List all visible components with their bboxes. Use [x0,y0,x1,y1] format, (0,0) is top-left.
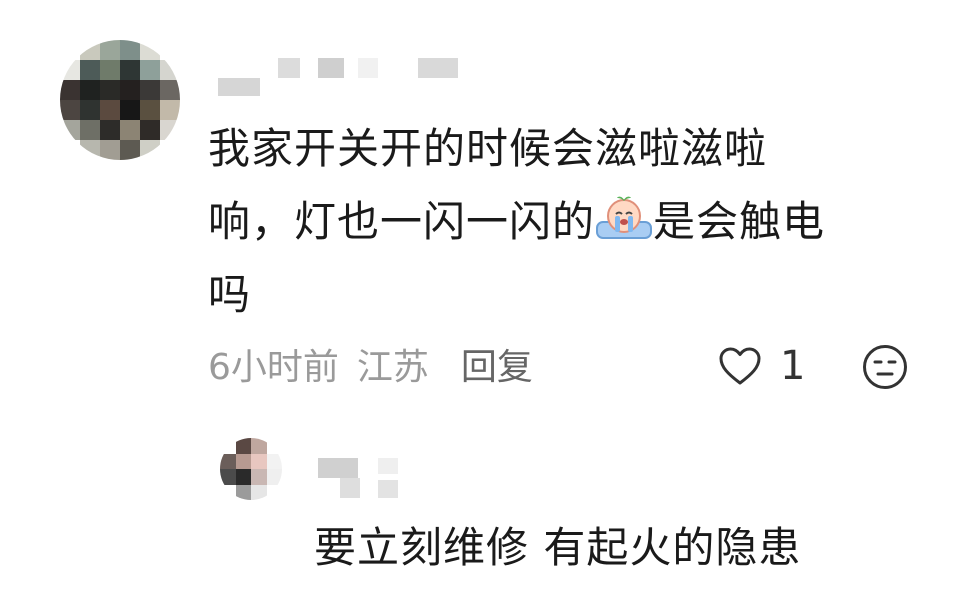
like-count: 1 [780,343,806,389]
heart-icon [719,347,761,385]
reply-username-blurred[interactable] [318,458,408,498]
comment-line-1: 我家开关开的时候会滋啦滋啦 [208,124,768,173]
reply-avatar[interactable] [220,438,282,500]
comment-line-2-part-1: 响，灯也一闪一闪的 [208,197,596,246]
username-blurred[interactable] [218,58,478,100]
reply-body: 要立刻维修 有起火的隐患 [314,523,802,572]
comment-meta: 6小时前 江苏 回复 [208,338,533,390]
reply-button[interactable]: 回复 [461,338,533,390]
comment-line-2: 响，灯也一闪一闪的 是会触电 [208,185,908,258]
comment-time: 6小时前 [208,347,339,388]
like-button[interactable]: 1 [718,340,805,392]
crying-face-emoji-icon [595,196,653,242]
comment-body: 我家开关开的时候会滋啦滋啦 响，灯也一闪一闪的 是会触电 吗 [208,112,908,331]
emoji-reaction-icon[interactable] [862,344,908,390]
comment-line-2-part-2: 是会触电 [653,197,826,246]
comment-location: 江苏 [356,347,429,388]
comment-thread: 我家开关开的时候会滋啦滋啦 响，灯也一闪一闪的 是会触电 吗 6小时前 江苏 回… [0,0,960,592]
avatar[interactable] [60,40,180,160]
comment-line-3: 吗 [208,270,252,319]
